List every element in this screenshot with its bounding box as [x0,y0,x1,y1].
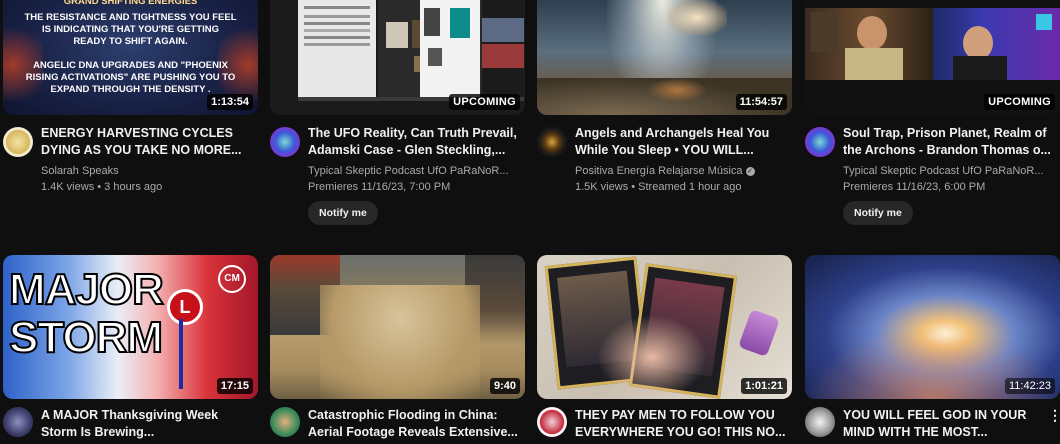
video-thumbnail[interactable]: 1:01:21 [537,255,792,399]
thumb-line: READY TO SHIFT AGAIN. [73,36,188,47]
webcam-left [805,8,933,80]
duration-badge: 11:54:57 [735,94,787,110]
video-thumbnail[interactable]: MAJOR STORM L CM 17:15 [3,255,258,399]
premiere-info: Premieres 11/16/23, 6:00 PM [843,181,986,193]
video-meta: Angels and Archangels Heal You While You… [575,125,787,195]
video-thumbnail[interactable]: 9:40 [270,255,525,399]
channel-avatar[interactable] [270,407,300,437]
thumb-line: RISING ACTIVATIONS" ARE PUSHING YOU TO [25,72,236,83]
video-title[interactable]: YOU WILL FEEL GOD IN YOUR MIND WITH THE … [843,407,1043,441]
duration-badge: 9:40 [489,378,520,394]
channel-avatar[interactable] [3,407,33,437]
duration-badge: 11:42:23 [1004,378,1055,394]
screenshot-panel [420,0,480,100]
channel-name[interactable]: Typical Skeptic Podcast UfO PaRaNoR... [843,163,1055,179]
duration-badge: 1:13:54 [207,94,253,110]
low-pressure-label: L [179,297,191,317]
video-title[interactable]: The UFO Reality, Can Truth Prevail, Adam… [308,125,520,159]
channel-name[interactable]: Positiva Energía Relajarse Música [575,165,743,177]
storm-text-storm: STORM [8,313,164,362]
channel-name[interactable]: Typical Skeptic Podcast UfO PaRaNoR... [308,163,520,179]
notify-me-button[interactable]: Notify me [308,201,378,225]
thumb-line: THE RESISTANCE AND TIGHTNESS YOU FEEL [24,12,237,23]
video-meta: THEY PAY MEN TO FOLLOW YOU EVERYWHERE YO… [575,407,787,441]
channel-avatar[interactable] [805,407,835,437]
video-thumbnail[interactable]: 11:42:23 [805,255,1060,399]
hand-nails [597,315,707,399]
video-meta: ENERGY HARVESTING CYCLES DYING AS YOU TA… [41,125,253,195]
video-thumbnail[interactable]: GRAND SHIFTING ENERGIES THE RESISTANCE A… [3,0,258,115]
duration-badge: 17:15 [216,378,253,394]
video-stats: 1.5K views • Streamed 1 hour ago [575,181,742,193]
duration-badge: 1:01:21 [741,378,787,394]
video-thumbnail[interactable]: UPCOMING [805,0,1060,115]
video-meta: A MAJOR Thanksgiving Week Storm Is Brewi… [41,407,253,441]
notify-me-button[interactable]: Notify me [843,201,913,225]
channel-avatar[interactable] [537,127,567,157]
front-line [179,319,183,389]
video-title[interactable]: Catastrophic Flooding in China: Aerial F… [308,407,520,441]
channel-avatar[interactable] [537,407,567,437]
video-title[interactable]: A MAJOR Thanksgiving Week Storm Is Brewi… [41,407,253,441]
video-stats: 1.4K views • 3 hours ago [41,181,163,193]
thumbnail-text: GRAND SHIFTING ENERGIES THE RESISTANCE A… [3,0,258,96]
video-title[interactable]: Angels and Archangels Heal You While You… [575,125,787,159]
channel-avatar[interactable] [270,127,300,157]
channel-logo-text: CM [224,273,240,284]
crystal [738,309,780,357]
video-title[interactable]: THEY PAY MEN TO FOLLOW YOU EVERYWHERE YO… [575,407,787,441]
upcoming-badge: UPCOMING [984,94,1055,110]
thumb-line: GRAND SHIFTING ENERGIES [63,0,198,7]
low-pressure-marker: L [167,289,203,325]
channel-avatar[interactable] [805,127,835,157]
webcam-grid [482,18,524,68]
premiere-info: Premieres 11/16/23, 7:00 PM [308,181,451,193]
figures [647,78,707,102]
video-title[interactable]: ENERGY HARVESTING CYCLES DYING AS YOU TA… [41,125,253,159]
thumb-line: ANGELIC DNA UPGRADES AND "PHOENIX [33,60,228,71]
webcam-right [933,8,1060,80]
video-title[interactable]: Soul Trap, Prison Planet, Realm of the A… [843,125,1055,159]
video-meta: Soul Trap, Prison Planet, Realm of the A… [843,125,1055,225]
video-meta: The UFO Reality, Can Truth Prevail, Adam… [308,125,520,225]
verified-check-icon: ✓ [745,166,755,176]
channel-name[interactable]: Solarah Speaks [41,163,253,179]
video-meta: Catastrophic Flooding in China: Aerial F… [308,407,520,441]
video-thumbnail[interactable]: UPCOMING [270,0,525,115]
screenshot-window [298,0,376,100]
channel-logo-watermark: CM [218,265,246,293]
more-vert-icon[interactable]: ⋮ [1048,407,1060,424]
video-thumbnail[interactable]: 11:54:57 [537,0,792,115]
channel-avatar[interactable] [3,127,33,157]
channel-name-row: Positiva Energía Relajarse Música ✓ [575,163,787,179]
thumb-line: IS INDICATING THAT YOU'RE GETTING [42,24,219,35]
video-meta: YOU WILL FEEL GOD IN YOUR MIND WITH THE … [843,407,1043,441]
storm-text-major: MAJOR [8,265,165,314]
upcoming-badge: UPCOMING [449,94,520,110]
angel-figure [667,0,727,35]
flood-water [320,285,480,399]
